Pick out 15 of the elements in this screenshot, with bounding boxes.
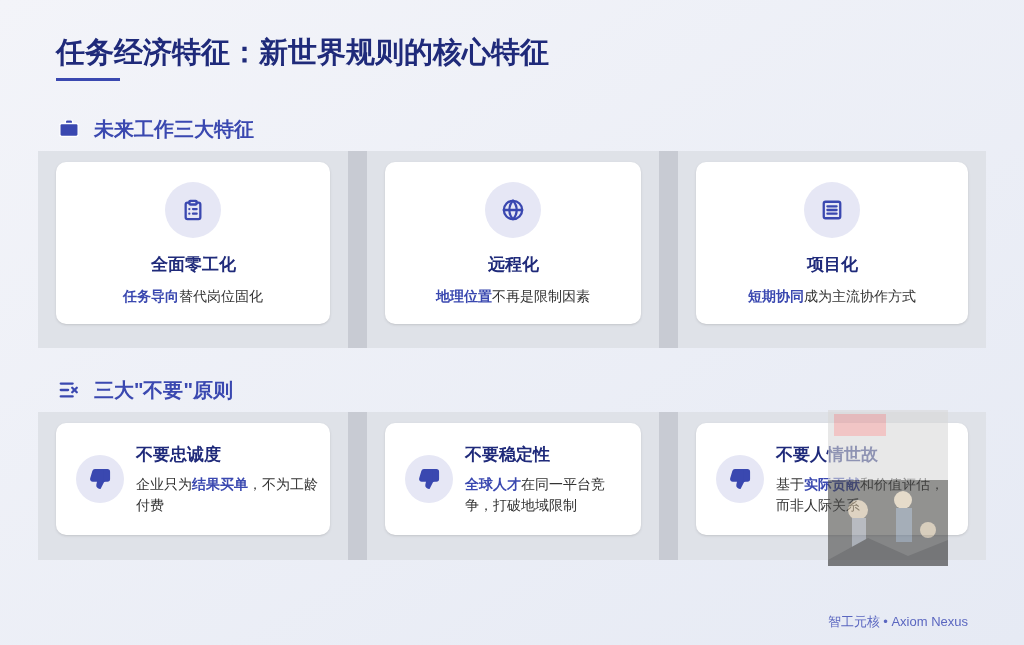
principle-description: 企业只为结果买单，不为工龄付费 (136, 474, 318, 515)
feature-description: 任务导向替代岗位固化 (123, 286, 263, 306)
feature-title: 远程化 (487, 254, 539, 276)
principle-title: 不要忠诚度 (136, 444, 222, 467)
principle-title: 不要人情世故 (776, 444, 879, 467)
feature-title: 项目化 (806, 254, 858, 276)
feature-title: 全面零工化 (150, 254, 236, 276)
page-title: 任务经济特征：新世界规则的核心特征 (56, 35, 550, 70)
footer-brand: 智工元核 • Axiom Nexus (827, 612, 968, 631)
feature-description: 短期协同成为主流协作方式 (748, 286, 916, 306)
principle-title: 不要稳定性 (465, 444, 551, 467)
section-heading: 未来工作三大特征 (94, 117, 254, 142)
section-heading: 三大"不要"原则 (94, 378, 233, 403)
principle-description: 全球人才在同一平台竞争，打破地域限制 (465, 474, 606, 515)
feature-description: 地理位置不再是限制因素 (436, 286, 590, 306)
